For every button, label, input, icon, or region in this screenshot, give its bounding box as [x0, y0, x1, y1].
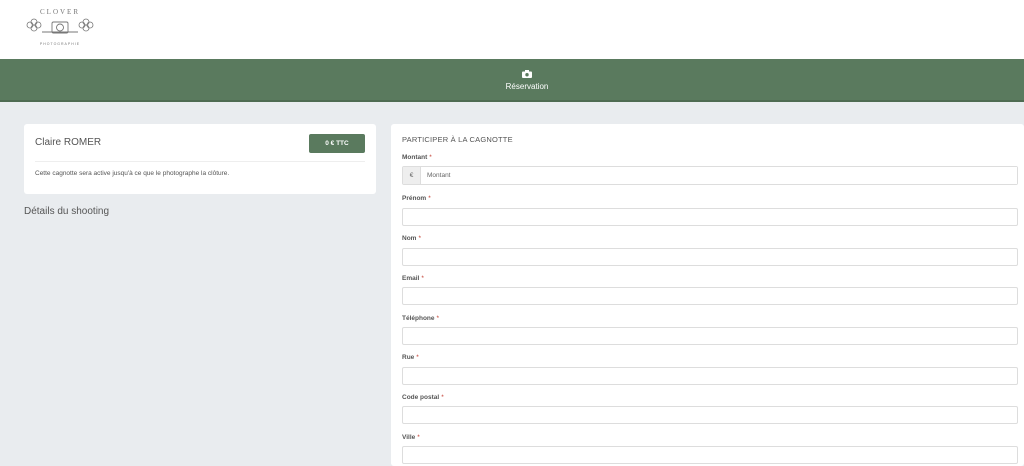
telephone-label: Téléphone *: [402, 315, 439, 322]
nom-label: Nom *: [402, 235, 421, 242]
nav-item-label: Réservation: [505, 82, 549, 91]
rue-label-text: Rue: [402, 354, 415, 361]
rue-label: Rue *: [402, 354, 419, 361]
required-marker: *: [416, 354, 419, 361]
divider: [35, 161, 365, 162]
prenom-label-text: Prénom: [402, 195, 427, 202]
top-header: CLOVER PHOTOGRAPHIE: [0, 0, 1024, 59]
client-name: Claire ROMER: [35, 137, 102, 148]
nom-label-text: Nom: [402, 235, 417, 242]
logo-camera-icon: [42, 21, 78, 34]
ville-label-text: Ville: [402, 434, 416, 441]
ville-label: Ville *: [402, 434, 420, 441]
rue-input[interactable]: [402, 367, 1018, 385]
code-postal-label-text: Code postal: [402, 394, 440, 401]
prenom-input[interactable]: [402, 208, 1018, 226]
required-marker: *: [429, 154, 432, 161]
logo-subtext: PHOTOGRAPHIE: [40, 42, 80, 46]
pool-status-note: Cette cagnotte sera active jusqu'à ce qu…: [35, 170, 230, 177]
flower-icon: [26, 18, 94, 32]
contribution-form: PARTICIPER À LA CAGNOTTE Montant* € Prén…: [391, 124, 1024, 466]
clover-logo[interactable]: CLOVER PHOTOGRAPHIE: [22, 2, 98, 56]
camera-icon: [522, 70, 532, 78]
summary-card: Claire ROMER 0 € TTC: [24, 124, 376, 194]
email-label-text: Email: [402, 275, 420, 282]
total-badge: 0 € TTC: [309, 134, 365, 153]
prenom-label: Prénom *: [402, 195, 431, 202]
code-postal-label: Code postal *: [402, 394, 444, 401]
required-marker: *: [418, 235, 421, 242]
logo-text: CLOVER: [40, 8, 80, 16]
required-marker: *: [436, 315, 440, 322]
telephone-label-text: Téléphone: [402, 315, 435, 322]
ville-input[interactable]: [402, 446, 1018, 464]
email-label: Email *: [402, 275, 424, 282]
required-marker: *: [421, 275, 424, 282]
amount-label: Montant *: [402, 154, 432, 161]
required-marker: *: [428, 195, 431, 202]
amount-input[interactable]: [421, 167, 1017, 184]
required-marker: *: [417, 434, 420, 441]
amount-label-text: Montant: [402, 154, 428, 161]
nav-item-reservation[interactable]: Réservation: [480, 59, 574, 102]
euro-addon: €: [403, 167, 421, 184]
email-input[interactable]: [402, 287, 1018, 305]
shooting-details-title: Détails du shooting: [24, 206, 110, 217]
required-marker: *: [441, 394, 444, 401]
nom-input[interactable]: [402, 248, 1018, 266]
telephone-input[interactable]: [402, 327, 1018, 345]
amount-input-group: €: [402, 166, 1018, 185]
form-title: PARTICIPER À LA CAGNOTTE: [402, 135, 513, 144]
main-nav: Réservation: [0, 59, 1024, 102]
code-postal-input[interactable]: [402, 406, 1018, 424]
